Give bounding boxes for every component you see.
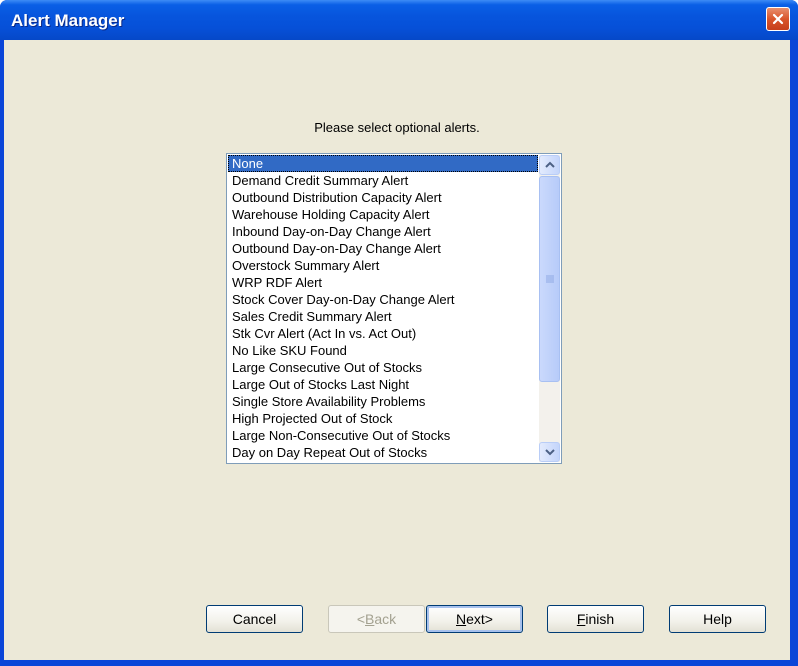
back-rest: ack [374, 611, 397, 627]
list-item[interactable]: No Like SKU Found [228, 342, 538, 359]
alerts-listbox[interactable]: None Demand Credit Summary Alert Outbound … [226, 153, 562, 464]
chevron-down-icon [544, 449, 555, 456]
list-item[interactable]: Single Store Availability Problems [228, 393, 538, 410]
prompt-label: Please select optional alerts. [314, 120, 480, 135]
scroll-up-button[interactable] [539, 155, 560, 175]
list-item[interactable]: Inbound Day-on-Day Change Alert [228, 223, 538, 240]
close-icon [772, 13, 784, 25]
grip-icon [545, 275, 554, 283]
list-item[interactable]: Outbound Distribution Capacity Alert [228, 189, 538, 206]
back-prefix: < [356, 611, 366, 627]
back-accel: B [365, 611, 375, 627]
list-item[interactable]: Warehouse Holding Capacity Alert [228, 206, 538, 223]
next-rest: ext> [466, 611, 493, 627]
cancel-button-label: Cancel [232, 611, 277, 627]
listbox-scrollbar[interactable] [539, 155, 560, 462]
list-item[interactable]: WRP RDF Alert [228, 274, 538, 291]
list-item[interactable]: Outbound Day-on-Day Change Alert [228, 240, 538, 257]
cancel-button[interactable]: Cancel [206, 605, 303, 633]
window-title: Alert Manager [11, 11, 125, 30]
finish-rest: inish [585, 611, 615, 627]
next-button[interactable]: Next> [426, 605, 523, 633]
finish-accel: F [576, 611, 586, 627]
alerts-list: None Demand Credit Summary Alert Outbound … [228, 155, 538, 462]
list-item[interactable]: Stk Cvr Alert (Act In vs. Act Out) [228, 325, 538, 342]
list-item[interactable]: High Projected Out of Stock [228, 410, 538, 427]
list-item[interactable]: Overstock Summary Alert [228, 257, 538, 274]
title-bar[interactable]: Alert Manager [0, 0, 798, 40]
scroll-down-button[interactable] [539, 442, 560, 462]
chevron-up-icon [544, 161, 555, 168]
list-item[interactable]: Large Out of Stocks Last Night [228, 376, 538, 393]
list-item[interactable]: Sales Credit Summary Alert [228, 308, 538, 325]
list-item[interactable]: Stock Cover Day-on-Day Change Alert [228, 291, 538, 308]
close-button[interactable] [766, 7, 790, 31]
list-item[interactable]: Large Consecutive Out of Stocks [228, 359, 538, 376]
list-item[interactable]: Day on Day Repeat Out of Stocks [228, 444, 538, 461]
help-button[interactable]: Help [669, 605, 766, 633]
next-accel: N [456, 611, 467, 627]
list-item[interactable]: None [228, 155, 538, 172]
finish-button[interactable]: Finish [547, 605, 644, 633]
back-button[interactable]: < Back [328, 605, 425, 633]
list-item[interactable]: Demand Credit Summary Alert [228, 172, 538, 189]
help-button-label: Help [703, 611, 732, 627]
alert-manager-window: Alert Manager Please select optional ale… [0, 0, 798, 666]
scroll-thumb[interactable] [539, 176, 560, 382]
list-item[interactable]: Large Non-Consecutive Out of Stocks [228, 427, 538, 444]
dialog-body: Please select optional alerts. None Deman… [4, 40, 790, 660]
